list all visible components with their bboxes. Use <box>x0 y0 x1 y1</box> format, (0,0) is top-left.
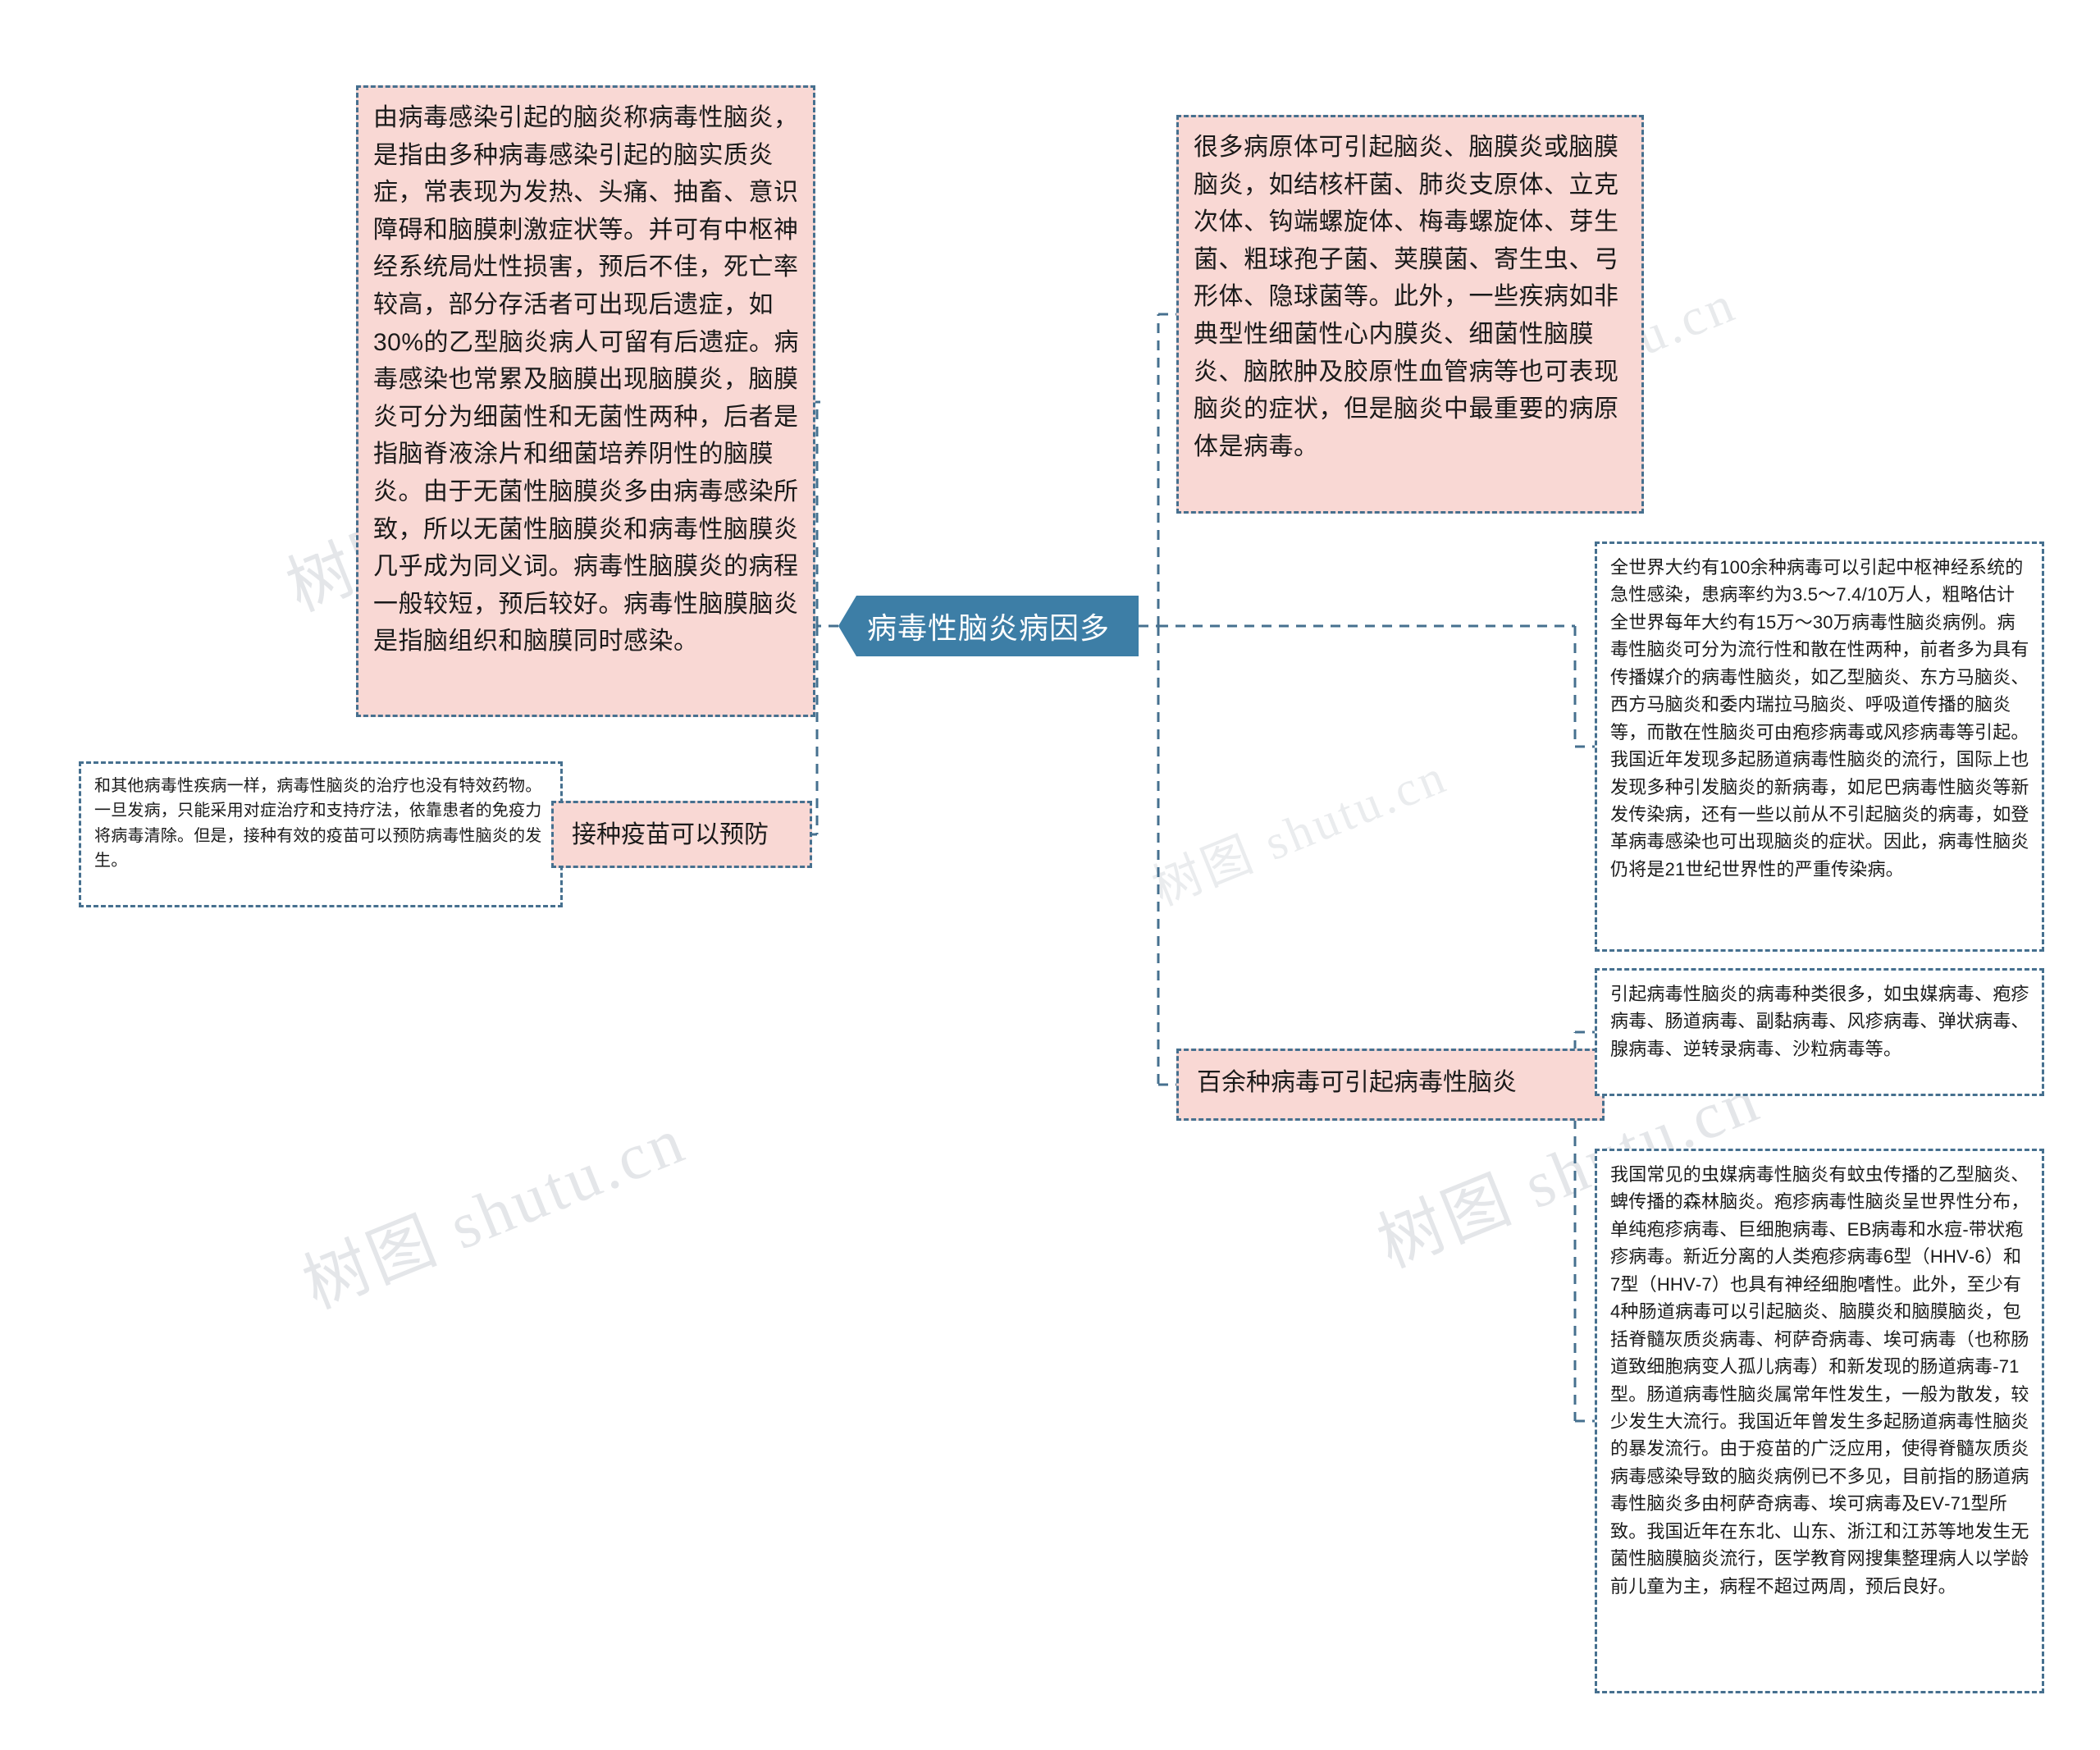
node-pathogen[interactable]: 很多病原体可引起脑炎、脑膜炎或脑膜脑炎，如结核杆菌、肺炎支原体、立克次体、钩端螺… <box>1176 115 1644 514</box>
node-definition[interactable]: 由病毒感染引起的脑炎称病毒性脑炎，是指由多种病毒感染引起的脑实质炎症，常表现为发… <box>356 85 815 717</box>
node-treatment[interactable]: 和其他病毒性疾病一样，病毒性脑炎的治疗也没有特效药物。一旦发病，只能采用对症治疗… <box>79 761 563 907</box>
node-hundred-viruses[interactable]: 百余种病毒可引起病毒性脑炎 <box>1176 1049 1605 1121</box>
node-world-overview[interactable]: 全世界大约有100余种病毒可以引起中枢神经系统的急性感染，患病率约为3.5～7.… <box>1595 541 2044 952</box>
node-virus-types[interactable]: 引起病毒性脑炎的病毒种类很多，如虫媒病毒、疱疹病毒、肠道病毒、副黏病毒、风疹病毒… <box>1595 968 2044 1096</box>
mindmap-canvas: 树图 shutu.cn 树图 shutu.cn 树图 shutu.cn 树图 s… <box>0 0 2100 1750</box>
node-vaccine[interactable]: 接种疫苗可以预防 <box>551 801 812 868</box>
watermark: 树图 shutu.cn <box>1144 748 1455 916</box>
center-node[interactable]: 病毒性脑炎病因多 <box>838 596 1139 656</box>
watermark: 树图 shutu.cn <box>294 1103 696 1323</box>
node-china-detail[interactable]: 我国常见的虫媒病毒性脑炎有蚊虫传播的乙型脑炎、蜱传播的森林脑炎。疱疹病毒性脑炎呈… <box>1595 1149 2044 1693</box>
